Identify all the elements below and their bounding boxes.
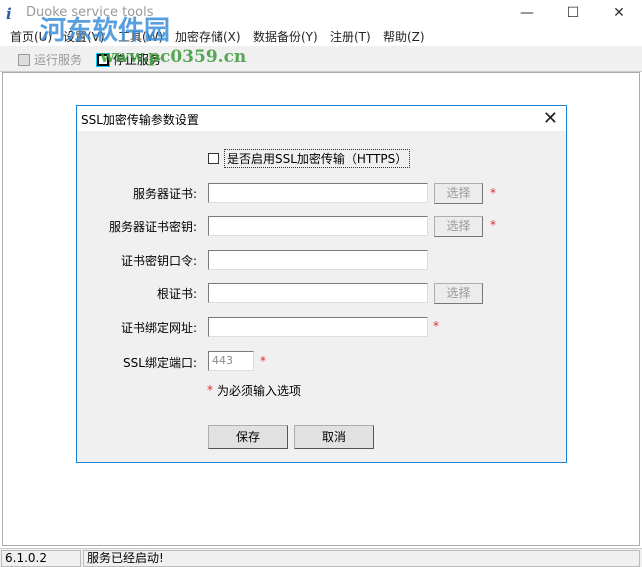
- key-password-label: 证书密钥口令:: [120, 254, 197, 268]
- ssl-settings-dialog: SSL加密传输参数设置 ✕ 是否启用SSL加密传输（HTTPS） 服务器证书: …: [76, 105, 567, 463]
- enable-ssl-label[interactable]: 是否启用SSL加密传输（HTTPS）: [224, 149, 411, 168]
- watermark-url: www.pc0359.cn: [100, 47, 247, 67]
- bind-url-input[interactable]: [208, 317, 428, 337]
- ssl-port-input[interactable]: 443: [208, 351, 254, 371]
- play-icon: [18, 53, 30, 66]
- required-asterisk: *: [490, 186, 496, 200]
- cancel-button[interactable]: 取消: [294, 425, 374, 449]
- status-bar: 6.1.0.2 服务已经启动!: [0, 548, 642, 567]
- menu-data-backup[interactable]: 数据备份(Y): [253, 28, 318, 45]
- key-password-input[interactable]: [208, 250, 428, 270]
- save-button[interactable]: 保存: [208, 425, 288, 449]
- enable-ssl-checkbox[interactable]: [208, 153, 219, 164]
- dialog-title: SSL加密传输参数设置: [81, 113, 199, 127]
- ssl-port-label: SSL绑定端口:: [123, 356, 197, 370]
- root-cert-choose-button[interactable]: 选择: [434, 283, 483, 304]
- version-label: 6.1.0.2: [1, 550, 81, 567]
- watermark-logo: 河东软件园: [40, 16, 171, 46]
- minimize-button[interactable]: —: [504, 0, 550, 26]
- required-asterisk: *: [433, 319, 439, 333]
- server-key-label: 服务器证书密钥:: [108, 220, 197, 234]
- close-button[interactable]: ✕: [596, 0, 642, 26]
- menu-register[interactable]: 注册(T): [330, 28, 371, 45]
- required-asterisk: *: [490, 218, 496, 232]
- dialog-title-bar: SSL加密传输参数设置 ✕: [77, 106, 566, 131]
- server-key-input[interactable]: [208, 216, 428, 236]
- server-key-choose-button[interactable]: 选择: [434, 216, 483, 237]
- toolbar: 运行服务 停止服务: [0, 46, 642, 72]
- maximize-button[interactable]: ☐: [550, 0, 596, 26]
- run-service-label: 运行服务: [34, 53, 83, 67]
- required-note: 为必须输入选项: [217, 384, 302, 398]
- server-cert-label: 服务器证书:: [132, 187, 197, 201]
- app-info-icon: i: [6, 5, 12, 23]
- menu-help[interactable]: 帮助(Z): [383, 28, 425, 45]
- menu-encrypted-storage[interactable]: 加密存储(X): [175, 28, 241, 45]
- bind-url-label: 证书绑定网址:: [120, 321, 197, 335]
- root-cert-input[interactable]: [208, 283, 428, 303]
- root-cert-label: 根证书:: [156, 287, 197, 301]
- required-asterisk: *: [260, 354, 266, 368]
- server-cert-input[interactable]: [208, 183, 428, 203]
- dialog-close-icon[interactable]: ✕: [543, 108, 558, 129]
- server-cert-choose-button[interactable]: 选择: [434, 183, 483, 204]
- run-service-button[interactable]: 运行服务: [18, 51, 82, 68]
- status-message: 服务已经启动!: [83, 550, 640, 567]
- required-asterisk: *: [207, 383, 213, 397]
